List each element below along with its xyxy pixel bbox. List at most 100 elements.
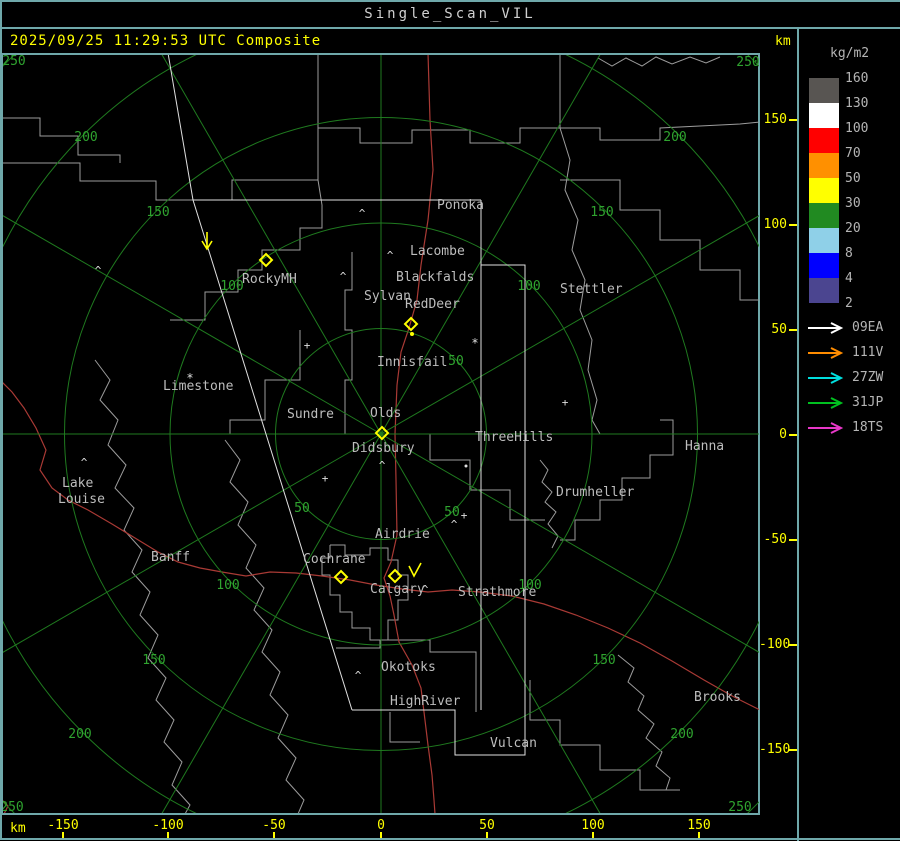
city-label: Drumheller [556, 485, 634, 500]
right-axis-tick-label: 50 [771, 322, 787, 337]
bottom-axis-tick-label: 50 [479, 818, 495, 833]
county-line [389, 712, 420, 743]
colorbar-value: 4 [845, 271, 853, 286]
county-line [529, 680, 680, 791]
radar-coverage-outline [352, 264, 526, 756]
town-marker: ^ [81, 456, 88, 469]
city-label: Banff [151, 550, 190, 565]
right-axis-tick-label: -150 [759, 742, 791, 757]
city-label: RedDeer [405, 297, 460, 312]
city-label: Strathmore [458, 585, 536, 600]
city-label: Olds [370, 406, 401, 421]
bottom-axis-tick-label: 150 [687, 818, 711, 833]
city-label: Cochrane [303, 552, 366, 567]
right-axis-tick [789, 119, 797, 121]
city-label: ThreeHills [475, 430, 553, 445]
right-axis-tick [789, 329, 797, 331]
town-marker: + [322, 472, 329, 485]
town-marker: ^ [387, 249, 394, 262]
range-ring-label: 200 [670, 727, 693, 742]
colorbar-value: 160 [845, 71, 869, 86]
radar-arrow-icon [806, 395, 850, 415]
right-axis-tick-label: 100 [763, 217, 787, 232]
range-ring-label: 50 [448, 354, 464, 369]
county-line [94, 359, 191, 813]
range-ring-label: 250 [736, 55, 759, 70]
range-ring-label: 150 [146, 205, 169, 220]
colorbar-swatch [809, 128, 839, 153]
colorbar-value: 20 [845, 221, 861, 236]
town-marker [464, 464, 468, 468]
colorbar-value: 50 [845, 171, 861, 186]
city-label: Didsbury [352, 441, 415, 456]
colorbar-value: 30 [845, 196, 861, 211]
range-ring-label: 200 [663, 130, 686, 145]
range-ring-label: 100 [220, 279, 243, 294]
town-marker: ^ [379, 459, 386, 472]
county-line [224, 439, 305, 813]
city-label: Sylvan [364, 289, 411, 304]
radial-spoke [161, 55, 382, 435]
range-ring-label: 100 [216, 578, 239, 593]
colorbar-swatch [809, 178, 839, 203]
colorbar-swatch [809, 253, 839, 278]
radar-site-marker [387, 568, 403, 584]
radar-arrow-icon [806, 370, 850, 390]
range-ring-label: 250 [0, 800, 23, 815]
colorbar-unit-label: kg/m2 [830, 46, 870, 61]
city-label: Vulcan [490, 736, 537, 751]
colorbar-value: 8 [845, 246, 853, 261]
colorbar-value: 130 [845, 96, 869, 111]
town-marker: ^ [359, 207, 366, 220]
radar-id-label: 09EA [852, 320, 884, 335]
city-label: Hanna [685, 439, 724, 454]
radar-viewer-window: Single_Scan_VIL 2025/09/25 11:29:53 UTC … [0, 0, 900, 841]
county-line [3, 117, 121, 163]
radar-id-label: 31JP [852, 395, 884, 410]
radar-id-label: 18TS [852, 420, 884, 435]
town-marker: + [304, 339, 311, 352]
bottom-axis-tick-label: -150 [47, 818, 79, 833]
range-ring-label: 50 [294, 501, 310, 516]
county-line [3, 162, 318, 201]
right-axis-tick [789, 539, 797, 541]
range-ring-label: 250 [2, 54, 25, 69]
town-marker: + [461, 509, 468, 522]
range-ring-label: 150 [142, 653, 165, 668]
town-marker: + [562, 396, 569, 409]
city-label: Louise [58, 492, 105, 507]
colorbar-swatch [809, 153, 839, 178]
colorbar-swatch [809, 203, 839, 228]
county-line [318, 127, 560, 144]
range-ring-label: 200 [74, 130, 97, 145]
right-axis-tick-label: 0 [779, 427, 787, 442]
town-marker: * [471, 336, 478, 350]
radar-arrow-icon [806, 320, 850, 340]
city-label: Ponoka [437, 198, 484, 213]
city-label: RockyMH [242, 272, 297, 287]
range-ring-label: 150 [592, 653, 615, 668]
town-marker: ^ [451, 518, 458, 531]
city-label: Airdrie [375, 527, 430, 542]
right-axis-tick [789, 749, 797, 751]
bottom-axis-unit: km [10, 821, 26, 836]
city-label: Blackfalds [396, 270, 474, 285]
check-marker [408, 562, 422, 578]
colorbar-swatch [809, 228, 839, 253]
city-label: Lake [62, 476, 93, 491]
radar-id-label: 27ZW [852, 370, 884, 385]
window-bottom-border [0, 838, 900, 840]
city-label: Limestone [163, 379, 234, 394]
radar-site-dot [410, 332, 414, 336]
city-label: Innisfail [377, 355, 447, 370]
city-label: Sundre [287, 407, 334, 422]
right-axis-tick-label: -50 [763, 532, 787, 547]
radar-arrow-icon [806, 420, 850, 440]
county-line [560, 121, 759, 141]
colorbar-value: 100 [845, 121, 869, 136]
right-axis-tick [789, 224, 797, 226]
range-ring-label: 200 [68, 727, 91, 742]
bottom-axis-tick-label: -100 [152, 818, 184, 833]
colorbar-value: 70 [845, 146, 861, 161]
colorbar-value: 2 [845, 296, 853, 311]
